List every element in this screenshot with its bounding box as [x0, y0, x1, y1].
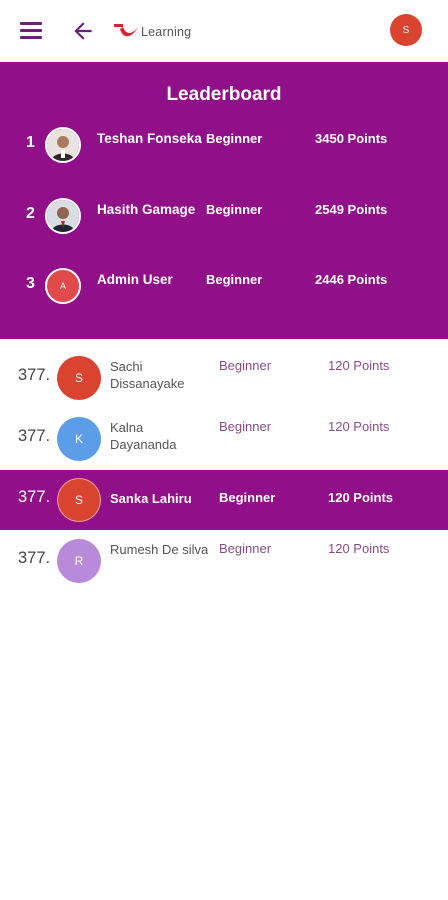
- user-initial-avatar: A: [45, 268, 81, 304]
- current-user-row[interactable]: 377. S Sanka Lahiru Beginner 120 Points: [0, 470, 448, 530]
- rank: 2: [26, 205, 35, 222]
- user-points: 120 Points: [328, 490, 394, 505]
- user-points: 120 Points: [328, 419, 390, 434]
- user-level: Beginner: [219, 541, 272, 556]
- user-name: Sanka Lahiru: [110, 491, 192, 506]
- user-name: Teshan Fonseka: [97, 131, 202, 146]
- user-avatar[interactable]: S: [390, 14, 422, 46]
- rank: 377.: [18, 427, 51, 445]
- user-name: Admin User: [97, 272, 173, 287]
- user-points: 120 Points: [328, 358, 390, 373]
- user-name: Sachi Dissanayake: [110, 359, 185, 391]
- app-logo: Learning: [114, 20, 191, 44]
- user-level: Beginner: [206, 202, 263, 217]
- leaderboard-top-panel: Leaderboard 1 Teshan Fonseka Beginner 34…: [0, 62, 448, 339]
- user-name: Kalna Dayananda: [110, 420, 177, 452]
- user-points: 2549 Points: [315, 202, 388, 217]
- list-item[interactable]: 377. R Rumesh De silva Beginner 120 Poin…: [0, 531, 448, 591]
- rank: 377.: [18, 366, 51, 384]
- logo-text: Learning: [141, 25, 192, 39]
- user-name: Hasith Gamage: [97, 202, 196, 217]
- leaderboard-top-row[interactable]: 3 A Admin User Beginner 2446 Points: [0, 267, 448, 307]
- user-initial-avatar: S: [57, 356, 101, 400]
- user-points: 120 Points: [328, 541, 390, 556]
- menu-icon[interactable]: [20, 22, 42, 40]
- app-bar: Learning S: [0, 0, 448, 62]
- user-level: Beginner: [206, 131, 263, 146]
- rank: 1: [26, 134, 35, 151]
- list-item[interactable]: 377. K Kalna Dayananda Beginner 120 Poin…: [0, 409, 448, 469]
- user-photo-avatar: [45, 127, 81, 163]
- back-arrow-icon[interactable]: [70, 18, 96, 44]
- rank: 377.: [18, 488, 51, 506]
- leaderboard-top-row[interactable]: 2 Hasith Gamage Beginner 2549 Points: [0, 197, 448, 237]
- rank: 3: [26, 275, 35, 292]
- user-level: Beginner: [219, 419, 272, 434]
- user-initial-avatar: R: [57, 539, 101, 583]
- page-title: Leaderboard: [166, 84, 282, 105]
- user-points: 3450 Points: [315, 131, 388, 146]
- user-photo-avatar: [45, 198, 81, 234]
- user-level: Beginner: [219, 358, 272, 373]
- rank: 377.: [18, 549, 51, 567]
- list-item[interactable]: 377. S Sachi Dissanayake Beginner 120 Po…: [0, 348, 448, 408]
- logo-mark-icon: [114, 24, 138, 37]
- user-initial-avatar: K: [57, 417, 101, 461]
- user-name: Rumesh De silva: [110, 542, 209, 557]
- user-level: Beginner: [219, 490, 276, 505]
- user-initial-avatar: S: [57, 478, 101, 522]
- user-level: Beginner: [206, 272, 263, 287]
- leaderboard-top-row[interactable]: 1 Teshan Fonseka Beginner 3450 Points: [0, 126, 448, 166]
- user-points: 2446 Points: [315, 272, 388, 287]
